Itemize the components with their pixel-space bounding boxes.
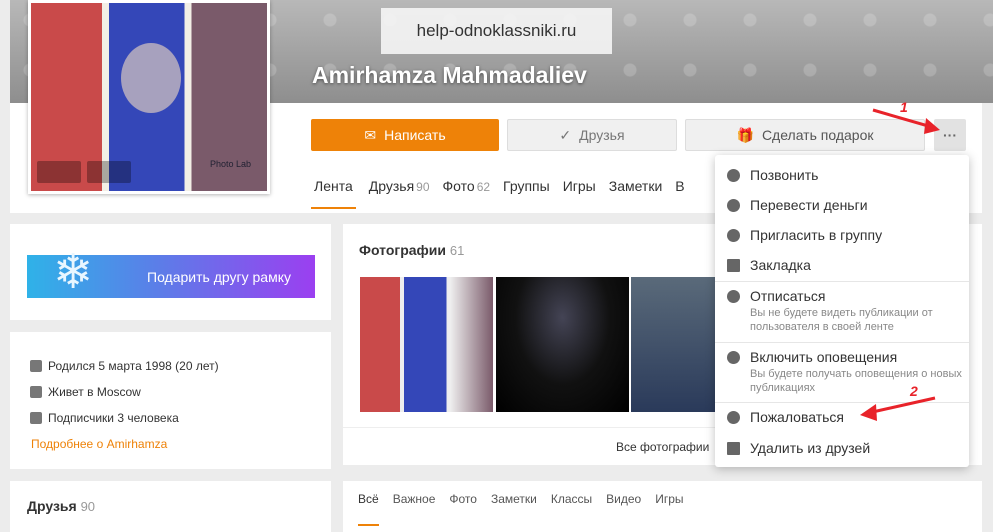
annotation-2: 2 [910,383,918,399]
annotation-arrows [860,108,940,421]
annotation-1: 1 [900,99,908,115]
